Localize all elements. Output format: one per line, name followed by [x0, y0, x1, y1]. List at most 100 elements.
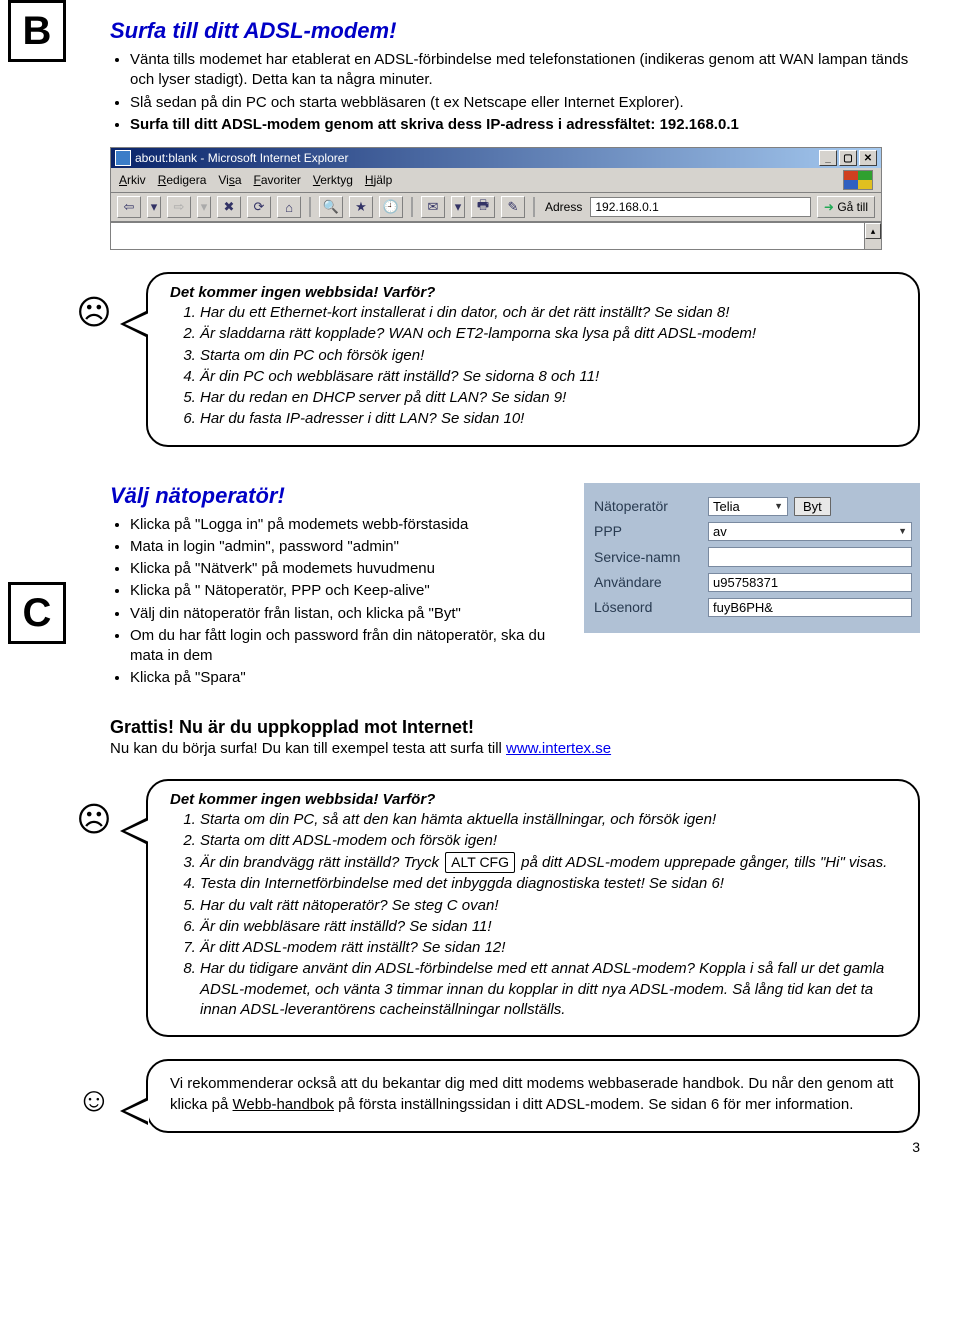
- menu-redigera[interactable]: Redigera: [158, 173, 207, 187]
- bubble-title: Det kommer ingen webbsida! Varför?: [170, 791, 900, 808]
- toolbar-separator: [411, 197, 413, 217]
- search-button[interactable]: 🔍: [319, 196, 343, 218]
- tip-bubble-3: ☺ Vi rekommenderar också att du bekantar…: [70, 1059, 920, 1133]
- menu-visa[interactable]: Visa: [218, 173, 241, 187]
- list-item: Mata in login "admin", password "admin": [130, 537, 570, 557]
- list-item: Har du fasta IP-adresser i ditt LAN? Se …: [200, 409, 900, 429]
- natoperator-label: Nätoperatör: [594, 498, 702, 514]
- mail-dropdown[interactable]: ▾: [451, 196, 465, 218]
- list-item: Är din PC och webbläsare rätt inställd? …: [200, 367, 900, 387]
- scrollbar[interactable]: ▴: [864, 223, 881, 249]
- menu-hjalp[interactable]: Hjälp: [365, 173, 392, 187]
- go-button[interactable]: ➜ Gå till: [817, 196, 875, 218]
- window-close-button[interactable]: ✕: [859, 150, 877, 166]
- list-item: Klicka på "Logga in" på modemets webb-fö…: [130, 515, 570, 535]
- list-item: Är din brandvägg rätt inställd? Tryck AL…: [200, 852, 900, 873]
- mail-button[interactable]: ✉: [421, 196, 445, 218]
- menu-arkiv[interactable]: Arkiv: [119, 173, 146, 187]
- ppp-value: av: [713, 524, 727, 539]
- address-label: Adress: [543, 200, 584, 214]
- menu-verktyg[interactable]: Verktyg: [313, 173, 353, 187]
- modem-form-panel: Nätoperatör Telia ▼ Byt PPP av ▼ Service-n…: [584, 483, 920, 633]
- bubble-title: Det kommer ingen webbsida! Varför?: [170, 284, 900, 301]
- stop-button[interactable]: ✖: [217, 196, 241, 218]
- page-number: 3: [70, 1139, 920, 1155]
- toolbar-separator: [533, 197, 535, 217]
- list-item: Klicka på "Nätverk" på modemets huvudmen…: [130, 559, 570, 579]
- congrats-text: Nu kan du börja surfa! Du kan till exemp…: [110, 740, 920, 757]
- forward-dropdown[interactable]: ▾: [197, 196, 211, 218]
- scroll-up-icon[interactable]: ▴: [865, 223, 881, 239]
- ppp-label: PPP: [594, 523, 702, 539]
- chevron-down-icon: ▼: [774, 501, 783, 511]
- window-maximize-button[interactable]: ▢: [839, 150, 857, 166]
- browser-title: about:blank - Microsoft Internet Explore…: [135, 151, 348, 165]
- alt-cfg-button-label: ALT CFG: [445, 852, 515, 873]
- chevron-down-icon: ▼: [898, 526, 907, 536]
- pwd-value: fuyB6PH&: [713, 600, 773, 615]
- list-item: Har du redan en DHCP server på ditt LAN?…: [200, 388, 900, 408]
- browser-menubar: Arkiv Redigera Visa Favoriter Verktyg Hj…: [111, 168, 881, 193]
- speech-bubble: Det kommer ingen webbsida! Varför? Start…: [146, 779, 920, 1038]
- bubble-list: Har du ett Ethernet-kort installerat i d…: [170, 303, 900, 430]
- browser-titlebar: about:blank - Microsoft Internet Explore…: [111, 148, 881, 168]
- list-item: Klicka på "Spara": [130, 668, 570, 688]
- history-button[interactable]: 🕘: [379, 196, 403, 218]
- list-item: Är ditt ADSL-modem rätt inställt? Se sid…: [200, 938, 900, 958]
- forward-button[interactable]: ⇨: [167, 196, 191, 218]
- letter-b-text: B: [23, 9, 52, 54]
- section-b-bullet-list: Vänta tills modemet har etablerat en ADS…: [110, 50, 920, 135]
- menu-favoriter[interactable]: Favoriter: [254, 173, 301, 187]
- go-icon: ➜: [824, 200, 834, 214]
- address-value: 192.168.0.1: [595, 200, 658, 214]
- tip-bubble-2: ☹ Det kommer ingen webbsida! Varför? Sta…: [70, 779, 920, 1038]
- service-input[interactable]: [708, 547, 912, 567]
- pwd-input[interactable]: fuyB6PH&: [708, 598, 912, 617]
- ppp-select[interactable]: av ▼: [708, 522, 912, 541]
- bubble-text: Vi rekommenderar också att du bekantar d…: [170, 1073, 900, 1115]
- byt-button[interactable]: Byt: [794, 497, 831, 516]
- print-button[interactable]: 🖶: [471, 196, 495, 218]
- list-item: Vänta tills modemet har etablerat en ADS…: [130, 50, 920, 91]
- toolbar-separator: [309, 197, 311, 217]
- list-item: Har du valt rätt nätoperatör? Se steg C …: [200, 896, 900, 916]
- section-c-bullet-list: Klicka på "Logga in" på modemets webb-fö…: [110, 515, 570, 689]
- happy-face-icon: ☺: [70, 1083, 118, 1117]
- list-item: Har du ett Ethernet-kort installerat i d…: [200, 303, 900, 323]
- browser-window: about:blank - Microsoft Internet Explore…: [110, 147, 882, 250]
- natoperator-select[interactable]: Telia ▼: [708, 497, 788, 516]
- bubble-list: Starta om din PC, så att den kan hämta a…: [170, 810, 900, 1021]
- list-item: Starta om din PC, så att den kan hämta a…: [200, 810, 900, 830]
- window-minimize-button[interactable]: _: [819, 150, 837, 166]
- list-item: Är din webbläsare rätt inställd? Se sida…: [200, 917, 900, 937]
- address-input[interactable]: 192.168.0.1: [590, 197, 811, 217]
- back-button[interactable]: ⇦: [117, 196, 141, 218]
- list-item: Starta om ditt ADSL-modem och försök ige…: [200, 831, 900, 851]
- congrats-heading: Grattis! Nu är du uppkopplad mot Interne…: [110, 717, 920, 738]
- list-item: Välj din nätoperatör från listan, och kl…: [130, 604, 570, 624]
- step-letter-b: B: [8, 0, 66, 62]
- list-item: Testa din Internetförbindelse med det in…: [200, 874, 900, 894]
- home-button[interactable]: ⌂: [277, 196, 301, 218]
- list-item: Surfa till ditt ADSL-modem genom att skr…: [130, 115, 920, 135]
- ie-logo-icon: [115, 150, 131, 166]
- list-item: Slå sedan på din PC och starta webbläsar…: [130, 93, 920, 113]
- intertex-link[interactable]: www.intertex.se: [506, 740, 611, 757]
- browser-toolbar: ⇦ ▾ ⇨ ▾ ✖ ⟳ ⌂ 🔍 ★ 🕘 ✉ ▾ 🖶 ✎ Adress 192.1…: [111, 193, 881, 222]
- sad-face-icon: ☹: [70, 803, 118, 837]
- refresh-button[interactable]: ⟳: [247, 196, 271, 218]
- sad-face-icon: ☹: [70, 296, 118, 330]
- edit-button[interactable]: ✎: [501, 196, 525, 218]
- favorites-button[interactable]: ★: [349, 196, 373, 218]
- speech-bubble: Det kommer ingen webbsida! Varför? Har d…: [146, 272, 920, 447]
- back-dropdown[interactable]: ▾: [147, 196, 161, 218]
- browser-content-area: ▴: [111, 222, 881, 249]
- step-letter-c: C: [8, 582, 66, 644]
- user-input[interactable]: u95758371: [708, 573, 912, 592]
- webb-handbok-link: Webb-handbok: [233, 1096, 334, 1113]
- natoperator-value: Telia: [713, 499, 740, 514]
- pwd-label: Lösenord: [594, 599, 702, 615]
- service-label: Service-namn: [594, 549, 702, 565]
- list-item: Har du tidigare använt din ADSL-förbinde…: [200, 959, 900, 1020]
- list-item: Om du har fått login och password från d…: [130, 626, 570, 667]
